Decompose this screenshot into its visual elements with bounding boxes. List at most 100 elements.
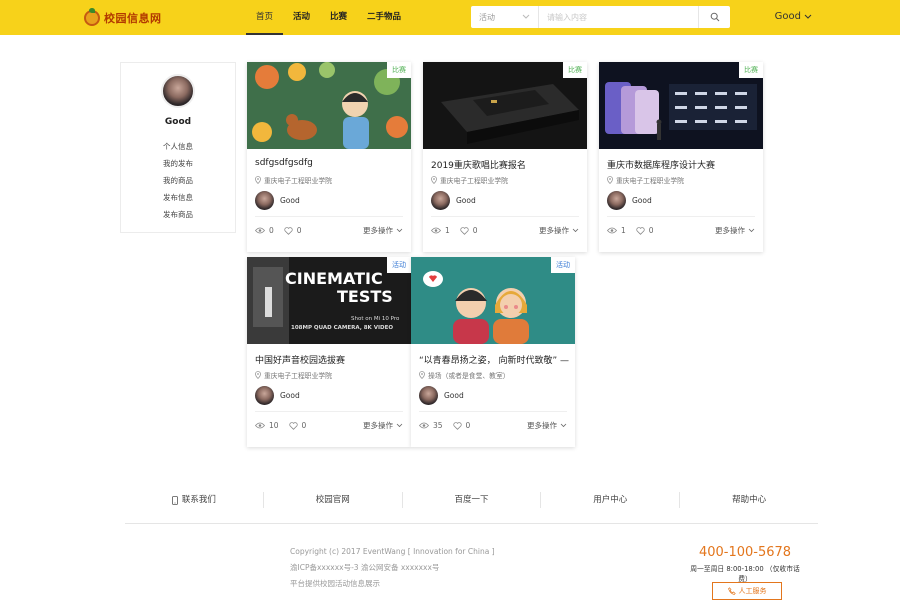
chevron-down-icon: [560, 423, 567, 428]
nav-activities[interactable]: 活动: [283, 0, 320, 35]
like-button[interactable]: 0: [460, 226, 478, 235]
logo-text: 校园信息网: [104, 12, 162, 25]
footer-link-contact[interactable]: 联系我们: [125, 492, 264, 508]
footer-link-baidu[interactable]: 百度一下: [403, 492, 542, 508]
event-card[interactable]: CINEMATIC TESTS Shot on Mi 10 Pro 108MP …: [247, 257, 411, 447]
card-image[interactable]: 比赛: [247, 62, 411, 149]
view-count-value: 35: [433, 421, 443, 430]
card-title[interactable]: 重庆市数据库程序设计大赛: [599, 149, 763, 171]
site-logo[interactable]: 校园信息网: [84, 8, 162, 28]
search-button[interactable]: [698, 6, 730, 28]
event-card[interactable]: 活动 “以青春昂扬之姿， 向新时代致敬” — 操场（或者是食堂、教室） Good…: [411, 257, 575, 447]
category-badge: 活动: [551, 257, 575, 273]
main-nav: 首页 活动 比赛 二手物品: [246, 0, 411, 35]
more-actions-dropdown[interactable]: 更多操作: [715, 225, 755, 236]
card-image[interactable]: 比赛: [423, 62, 587, 149]
chevron-down-icon: [572, 228, 579, 233]
event-card[interactable]: 比赛 sdfgsdfgsdfg 重庆电子工程职业学院 Good 0 0 更多操作: [247, 62, 411, 252]
footer-divider: [125, 523, 818, 524]
more-actions-label: 更多操作: [527, 421, 557, 430]
footer-link-campus-site[interactable]: 校园官网: [264, 492, 403, 508]
profile-link-publish-goods[interactable]: 发布商品: [121, 206, 235, 223]
more-actions-dropdown[interactable]: 更多操作: [363, 420, 403, 431]
like-button[interactable]: 0: [452, 421, 471, 430]
like-button[interactable]: 0: [636, 226, 654, 235]
profile-link-publish-info[interactable]: 发布信息: [121, 189, 235, 206]
footer-link-help-center[interactable]: 帮助中心: [680, 492, 818, 508]
avatar[interactable]: [255, 191, 274, 210]
avatar[interactable]: [419, 386, 438, 405]
event-card[interactable]: 比赛 2019重庆歌唱比赛报名 重庆电子工程职业学院 Good 1 0 更多操作: [423, 62, 587, 252]
card-location: 重庆电子工程职业学院: [599, 171, 763, 185]
chevron-down-icon: [396, 228, 403, 233]
user-menu[interactable]: Good: [775, 11, 812, 22]
avatar[interactable]: [255, 386, 274, 405]
location-pin-icon: [255, 371, 261, 379]
view-count: 1: [607, 226, 626, 235]
hotline-number: 400-100-5678: [698, 545, 792, 560]
avatar[interactable]: [161, 74, 195, 108]
view-count: 10: [255, 421, 279, 430]
author-name: Good: [444, 391, 464, 400]
like-button[interactable]: 0: [284, 226, 302, 235]
more-actions-dropdown[interactable]: 更多操作: [539, 225, 579, 236]
like-button[interactable]: 0: [288, 421, 307, 430]
avatar[interactable]: [431, 191, 450, 210]
hotline-hours: 周一至周日 8:00-18:00 （仅收市话费）: [690, 565, 800, 583]
card-image[interactable]: 比赛: [599, 62, 763, 149]
more-actions-label: 更多操作: [539, 226, 569, 235]
profile-link-my-goods[interactable]: 我的商品: [121, 172, 235, 189]
card-author[interactable]: Good: [255, 386, 403, 412]
poster-title-line1: CINEMATIC: [285, 269, 383, 288]
more-actions-label: 更多操作: [363, 421, 393, 430]
card-author[interactable]: Good: [419, 386, 567, 412]
event-card[interactable]: 比赛 重庆市数据库程序设计大赛 重庆电子工程职业学院 Good 1 0 更多操作: [599, 62, 763, 252]
card-image[interactable]: 活动: [411, 257, 575, 344]
avatar[interactable]: [607, 191, 626, 210]
card-author[interactable]: Good: [431, 191, 579, 217]
more-actions-dropdown[interactable]: 更多操作: [363, 225, 403, 236]
chevron-down-icon: [522, 14, 530, 19]
profile-panel: Good 个人信息 我的发布 我的商品 发布信息 发布商品: [120, 62, 236, 233]
footer-link-contact-label: 联系我们: [181, 495, 216, 505]
card-author[interactable]: Good: [607, 191, 755, 217]
profile-link-my-posts[interactable]: 我的发布: [121, 155, 235, 172]
card-title[interactable]: sdfgsdfgsdfg: [247, 149, 411, 171]
card-location: 重庆电子工程职业学院: [423, 171, 587, 185]
nav-second-hand[interactable]: 二手物品: [357, 0, 411, 35]
card-location: 重庆电子工程职业学院: [247, 171, 411, 185]
human-service-button[interactable]: 人工服务: [712, 582, 782, 600]
chevron-down-icon: [396, 423, 403, 428]
like-count-value: 0: [296, 226, 302, 235]
nav-competitions[interactable]: 比赛: [320, 0, 357, 35]
view-count: 1: [431, 226, 450, 235]
eye-icon: [419, 422, 429, 429]
profile-name: Good: [164, 117, 192, 127]
like-count-value: 0: [301, 421, 307, 430]
location-text: 重庆电子工程职业学院: [264, 372, 332, 380]
card-title[interactable]: 2019重庆歌唱比赛报名: [423, 149, 587, 171]
card-footer: 35 0 更多操作: [411, 412, 575, 431]
platform-line: 平台提供校园活动信息展示: [290, 579, 380, 588]
card-footer: 1 0 更多操作: [599, 217, 763, 236]
search-input[interactable]: [539, 7, 698, 27]
footer-link-user-center[interactable]: 用户中心: [541, 492, 681, 508]
category-badge: 比赛: [387, 62, 411, 78]
card-author[interactable]: Good: [255, 191, 403, 217]
more-actions-label: 更多操作: [363, 226, 393, 235]
card-image[interactable]: CINEMATIC TESTS Shot on Mi 10 Pro 108MP …: [247, 257, 411, 344]
chevron-down-icon: [748, 228, 755, 233]
eye-icon: [255, 227, 265, 234]
top-header: 校园信息网 首页 活动 比赛 二手物品 活动 Good: [0, 0, 900, 35]
card-footer: 1 0 更多操作: [423, 217, 587, 236]
like-count-value: 0: [465, 421, 471, 430]
card-title[interactable]: 中国好声音校园选拔赛: [247, 344, 411, 366]
nav-home[interactable]: 首页: [246, 0, 284, 35]
like-count-value: 0: [472, 226, 478, 235]
search-category-select[interactable]: 活动: [471, 6, 539, 28]
location-pin-icon: [431, 176, 437, 184]
profile-link-info[interactable]: 个人信息: [121, 138, 235, 155]
heart-icon: [452, 421, 462, 430]
more-actions-dropdown[interactable]: 更多操作: [527, 420, 567, 431]
card-title[interactable]: “以青春昂扬之姿， 向新时代致敬” —: [411, 344, 575, 366]
